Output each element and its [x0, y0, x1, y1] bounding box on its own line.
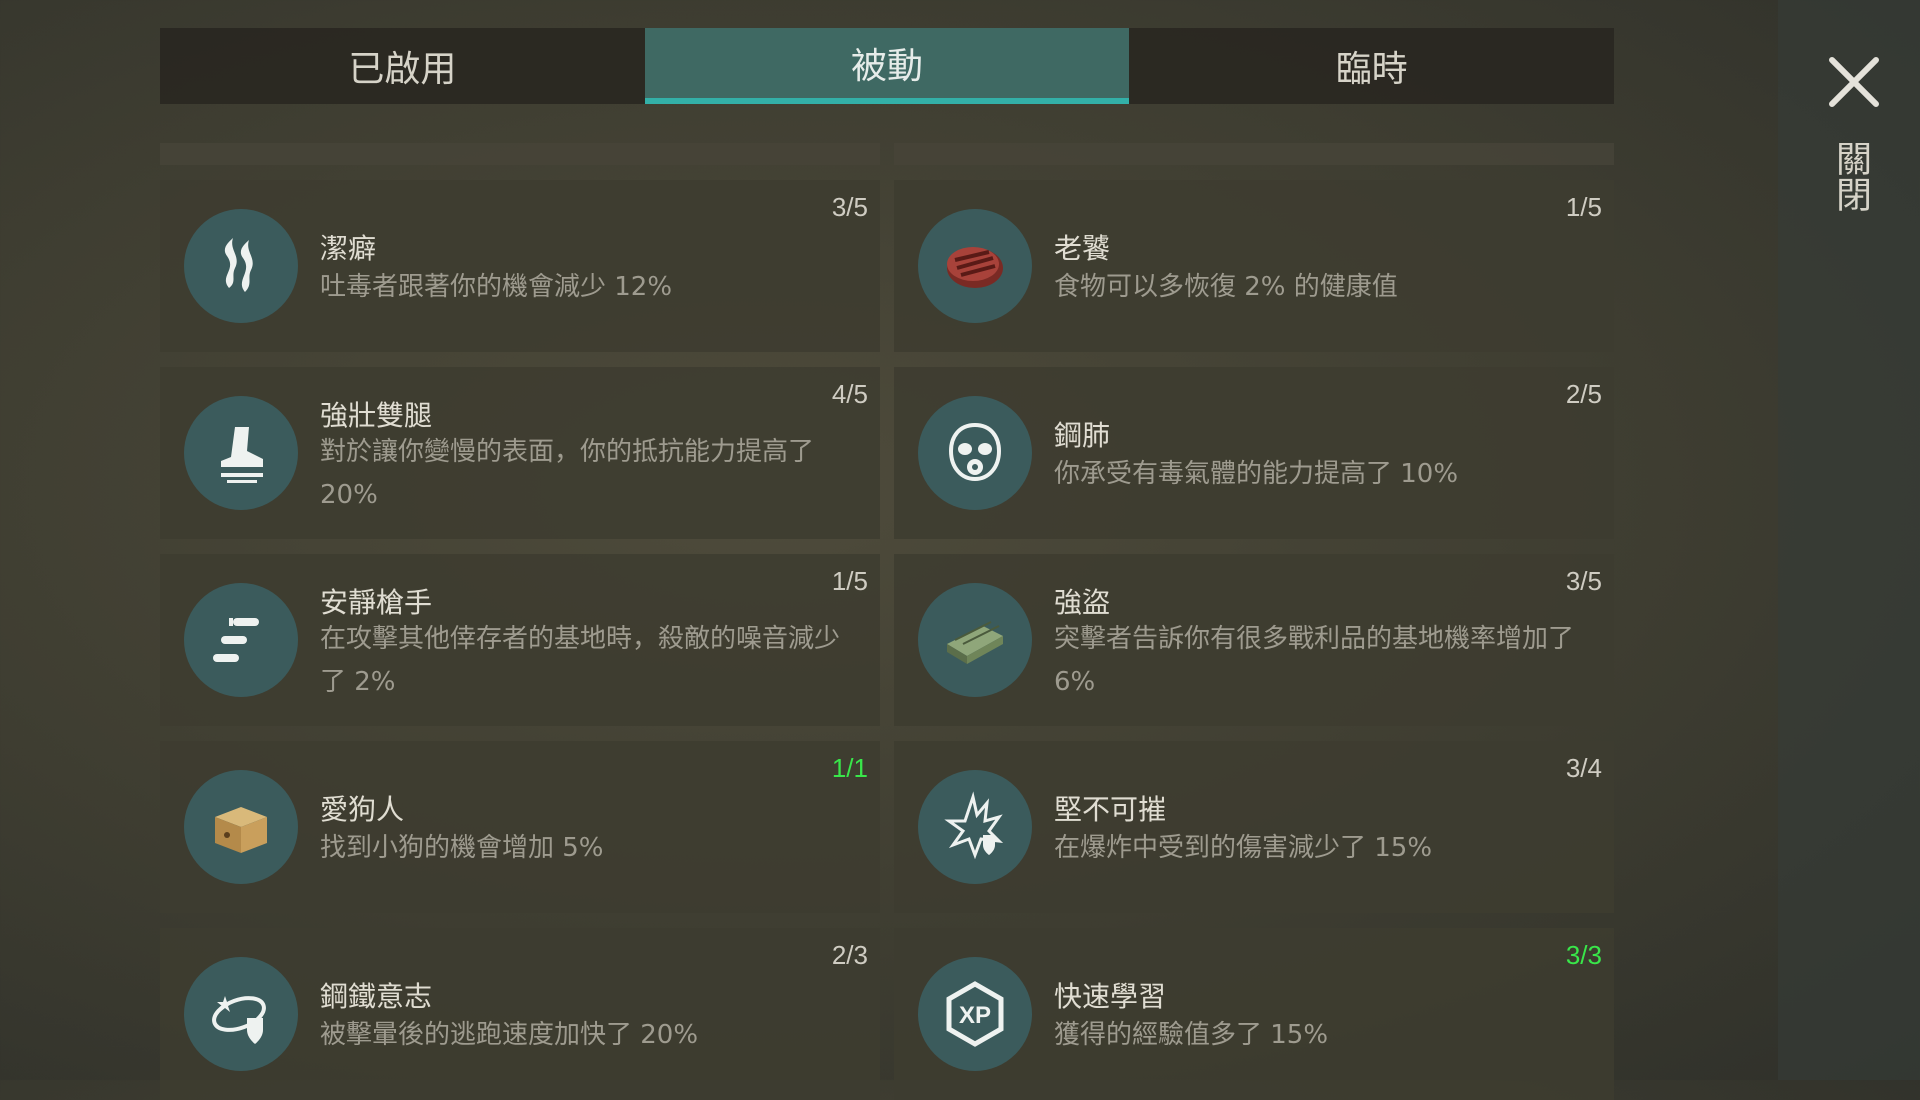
skill-card-dog-lover[interactable]: 愛狗人 找到小狗的機會增加 5% 1/1 — [160, 741, 880, 913]
skill-title: 愛狗人 — [320, 793, 405, 826]
list-header-right — [894, 143, 1614, 165]
skill-level: 1/5 — [1565, 192, 1602, 222]
tab-temporary[interactable]: 臨時 — [1129, 28, 1615, 104]
skill-level: 4/5 — [831, 379, 868, 409]
skill-card-strong-legs[interactable]: 強壯雙腿 對於讓你變慢的表面，你的抵抗能力提高了 20% 4/5 — [160, 367, 880, 539]
close-button[interactable] — [1826, 54, 1882, 110]
boot-icon — [184, 396, 298, 510]
bullets-icon — [184, 583, 298, 697]
skill-description: 獲得的經驗值多了 15% — [1054, 1020, 1329, 1050]
skill-card-bandit[interactable]: 強盜 突擊者告訴你有很多戰利品的基地機率增加了 6% 3/5 — [894, 554, 1614, 726]
skill-level: 1/5 — [831, 566, 868, 596]
skill-description: 吐毒者跟著你的機會減少 12% — [320, 272, 673, 302]
skill-level: 2/5 — [1565, 379, 1602, 409]
skill-card-indestructible[interactable]: 堅不可摧 在爆炸中受到的傷害減少了 15% 3/4 — [894, 741, 1614, 913]
loot-crate-icon — [918, 583, 1032, 697]
svg-text:XP: XP — [959, 1002, 991, 1029]
skill-card-quiet-gunner[interactable]: 安靜槍手 在攻擊其他倖存者的基地時，殺敵的噪音減少了 2% 1/5 — [160, 554, 880, 726]
skill-card-steel-lungs[interactable]: 鋼肺 你承受有毒氣體的能力提高了 10% 2/5 — [894, 367, 1614, 539]
skill-level: 3/5 — [831, 192, 868, 222]
skill-card-fast-learner[interactable]: XP 快速學習 獲得的經驗值多了 15% 3/3 — [894, 928, 1614, 1100]
skill-description: 對於讓你變慢的表面，你的抵抗能力提高了 20% — [320, 437, 815, 510]
skill-description: 在爆炸中受到的傷害減少了 15% — [1054, 833, 1433, 863]
close-label[interactable]: 關閉 — [1830, 140, 1871, 212]
tab-passive[interactable]: 被動 — [644, 28, 1130, 104]
skill-title: 快速學習 — [1054, 980, 1167, 1013]
skill-title: 老饕 — [1054, 232, 1111, 265]
skill-description: 食物可以多恢復 2% 的健康值 — [1054, 272, 1398, 302]
gas-mask-icon — [918, 396, 1032, 510]
skill-description: 被擊暈後的逃跑速度加快了 20% — [320, 1020, 699, 1050]
stun-shield-icon — [184, 957, 298, 1071]
skill-description: 突擊者告訴你有很多戰利品的基地機率增加了 6% — [1054, 624, 1575, 697]
skill-level: 2/3 — [831, 940, 868, 970]
skill-description: 找到小狗的機會增加 5% — [320, 833, 604, 863]
skill-card-gourmet[interactable]: 老饕 食物可以多恢復 2% 的健康值 1/5 — [894, 180, 1614, 352]
skill-level: 3/4 — [1565, 753, 1602, 783]
skill-description: 你承受有毒氣體的能力提高了 10% — [1054, 459, 1459, 489]
skill-level: 1/1 — [831, 753, 868, 783]
skill-title: 強壯雙腿 — [320, 399, 433, 432]
skill-title: 潔癖 — [320, 232, 377, 265]
steam-icon — [184, 209, 298, 323]
skill-level: 3/5 — [1565, 566, 1602, 596]
xp-icon: XP — [918, 957, 1032, 1071]
skill-title: 安靜槍手 — [320, 586, 433, 619]
skill-description: 在攻擊其他倖存者的基地時，殺敵的噪音減少了 2% — [320, 624, 841, 697]
skill-card-iron-will[interactable]: 鋼鐵意志 被擊暈後的逃跑速度加快了 20% 2/3 — [160, 928, 880, 1100]
steak-icon — [918, 209, 1032, 323]
dog-box-icon — [184, 770, 298, 884]
list-header-left — [160, 143, 880, 165]
tab-enabled[interactable]: 已啟用 — [160, 28, 645, 104]
skill-title: 強盜 — [1054, 586, 1111, 619]
close-icon — [1829, 57, 1879, 107]
skill-title: 堅不可摧 — [1054, 793, 1167, 826]
tab-bar: 已啟用 被動 臨時 — [160, 28, 1615, 104]
explosion-shield-icon — [918, 770, 1032, 884]
skill-title: 鋼鐵意志 — [320, 980, 433, 1013]
skill-level: 3/3 — [1565, 940, 1602, 970]
skill-title: 鋼肺 — [1054, 419, 1111, 452]
skill-card-cleanliness[interactable]: 潔癖 吐毒者跟著你的機會減少 12% 3/5 — [160, 180, 880, 352]
